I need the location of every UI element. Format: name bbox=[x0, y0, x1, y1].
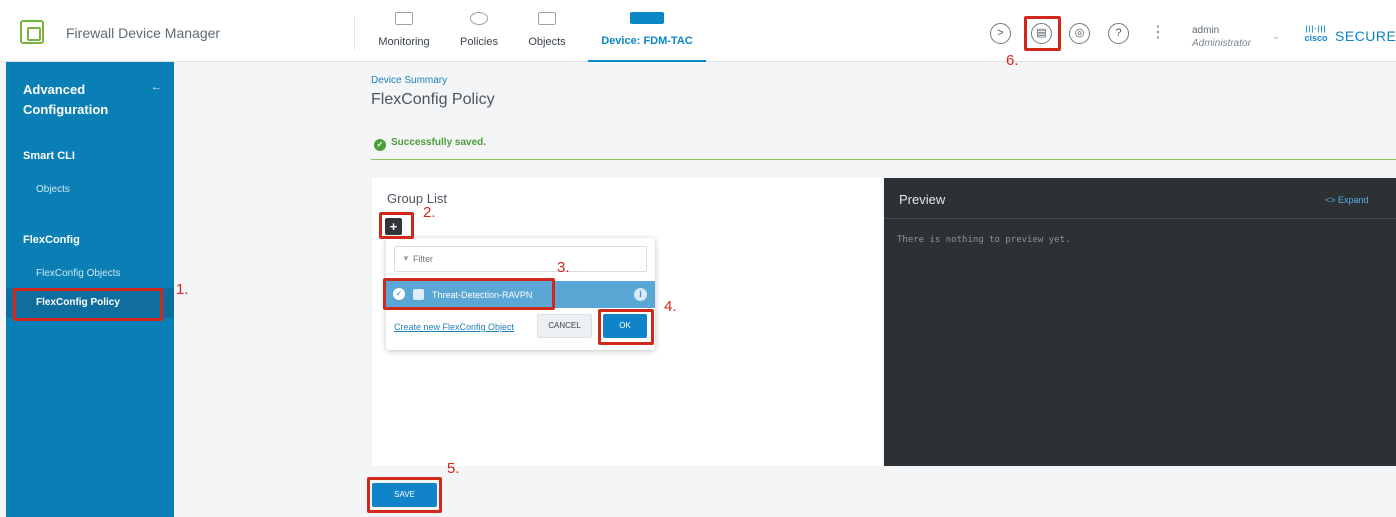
header-divider bbox=[354, 16, 355, 50]
user-menu-chevron-icon[interactable]: ⌄ bbox=[1272, 31, 1280, 42]
app-root: Firewall Device Manager Monitoring Polic… bbox=[0, 0, 1396, 517]
tab-monitoring-label: Monitoring bbox=[378, 36, 430, 48]
annotation-box-5 bbox=[367, 477, 442, 513]
create-flexconfig-object-link[interactable]: Create new FlexConfig Object bbox=[394, 322, 514, 332]
filter-icon: ▼ bbox=[402, 254, 410, 263]
collapse-sidebar-icon[interactable]: ← bbox=[151, 81, 162, 93]
tab-policies[interactable]: Policies bbox=[458, 12, 500, 62]
info-icon[interactable]: i bbox=[634, 288, 647, 301]
annotation-label-5: 5. bbox=[447, 460, 460, 477]
success-divider bbox=[371, 159, 1396, 160]
annotation-label-6: 6. bbox=[1006, 52, 1019, 69]
cli-console-icon[interactable]: > bbox=[990, 23, 1011, 44]
sidebar-section-flexconfig: FlexConfig bbox=[23, 234, 80, 246]
filter-field[interactable]: ▼ bbox=[394, 246, 647, 272]
user-name[interactable]: admin bbox=[1192, 25, 1219, 36]
cancel-button[interactable]: CANCEL bbox=[537, 314, 592, 338]
preview-empty-text: There is nothing to preview yet. bbox=[897, 235, 1071, 245]
top-bar: Firewall Device Manager Monitoring Polic… bbox=[0, 0, 1396, 62]
monitoring-icon bbox=[395, 12, 413, 25]
cisco-logo-text: cisco bbox=[1304, 33, 1328, 43]
sidebar-section-smart-cli: Smart CLI bbox=[23, 150, 75, 162]
annotation-box-3 bbox=[383, 278, 555, 310]
annotation-label-2: 2. bbox=[423, 204, 436, 221]
preview-title: Preview bbox=[899, 192, 946, 207]
success-banner: ✓ Successfully saved. bbox=[374, 137, 486, 151]
group-list-title: Group List bbox=[387, 191, 447, 206]
fdm-logo-icon bbox=[20, 20, 44, 44]
cisco-logo: |||·||| cisco bbox=[1304, 26, 1328, 43]
preview-panel bbox=[884, 178, 1396, 466]
filter-input[interactable] bbox=[413, 250, 638, 268]
breadcrumb[interactable]: Device Summary bbox=[371, 75, 447, 86]
tab-objects-label: Objects bbox=[528, 36, 566, 48]
annotation-box-1 bbox=[13, 288, 163, 321]
success-message: Successfully saved. bbox=[391, 137, 487, 148]
annotation-box-6 bbox=[1024, 16, 1061, 51]
policies-icon bbox=[470, 12, 488, 25]
user-role: Administrator bbox=[1192, 38, 1251, 49]
secure-brand-text: SECURE bbox=[1335, 28, 1396, 44]
annotation-box-2 bbox=[379, 212, 414, 239]
tab-objects[interactable]: Objects bbox=[526, 12, 568, 62]
app-title: Firewall Device Manager bbox=[66, 25, 221, 41]
annotation-label-4: 4. bbox=[664, 298, 677, 315]
sidebar-item-flexconfig-objects[interactable]: FlexConfig Objects bbox=[36, 268, 120, 279]
sidebar-item-objects[interactable]: Objects bbox=[36, 184, 70, 195]
success-check-icon: ✓ bbox=[374, 139, 386, 151]
tab-device-label: Device: FDM-TAC bbox=[601, 35, 693, 47]
annotation-label-3: 3. bbox=[557, 259, 570, 276]
annotation-label-1: 1. bbox=[176, 281, 189, 298]
tab-monitoring[interactable]: Monitoring bbox=[376, 12, 432, 62]
device-icon bbox=[630, 12, 664, 24]
expand-preview-button[interactable]: <> Expand bbox=[1325, 195, 1369, 205]
api-explorer-icon[interactable]: ◎ bbox=[1069, 23, 1090, 44]
more-options-icon[interactable]: ⋮ bbox=[1150, 23, 1166, 43]
objects-icon bbox=[538, 12, 556, 25]
tab-policies-label: Policies bbox=[460, 36, 498, 48]
help-icon[interactable]: ? bbox=[1108, 23, 1129, 44]
annotation-box-4 bbox=[598, 309, 654, 345]
preview-divider bbox=[884, 218, 1396, 219]
tab-device[interactable]: Device: FDM-TAC bbox=[588, 12, 706, 62]
page-title: FlexConfig Policy bbox=[371, 91, 495, 108]
sidebar-title: Advanced Configuration bbox=[23, 82, 109, 117]
